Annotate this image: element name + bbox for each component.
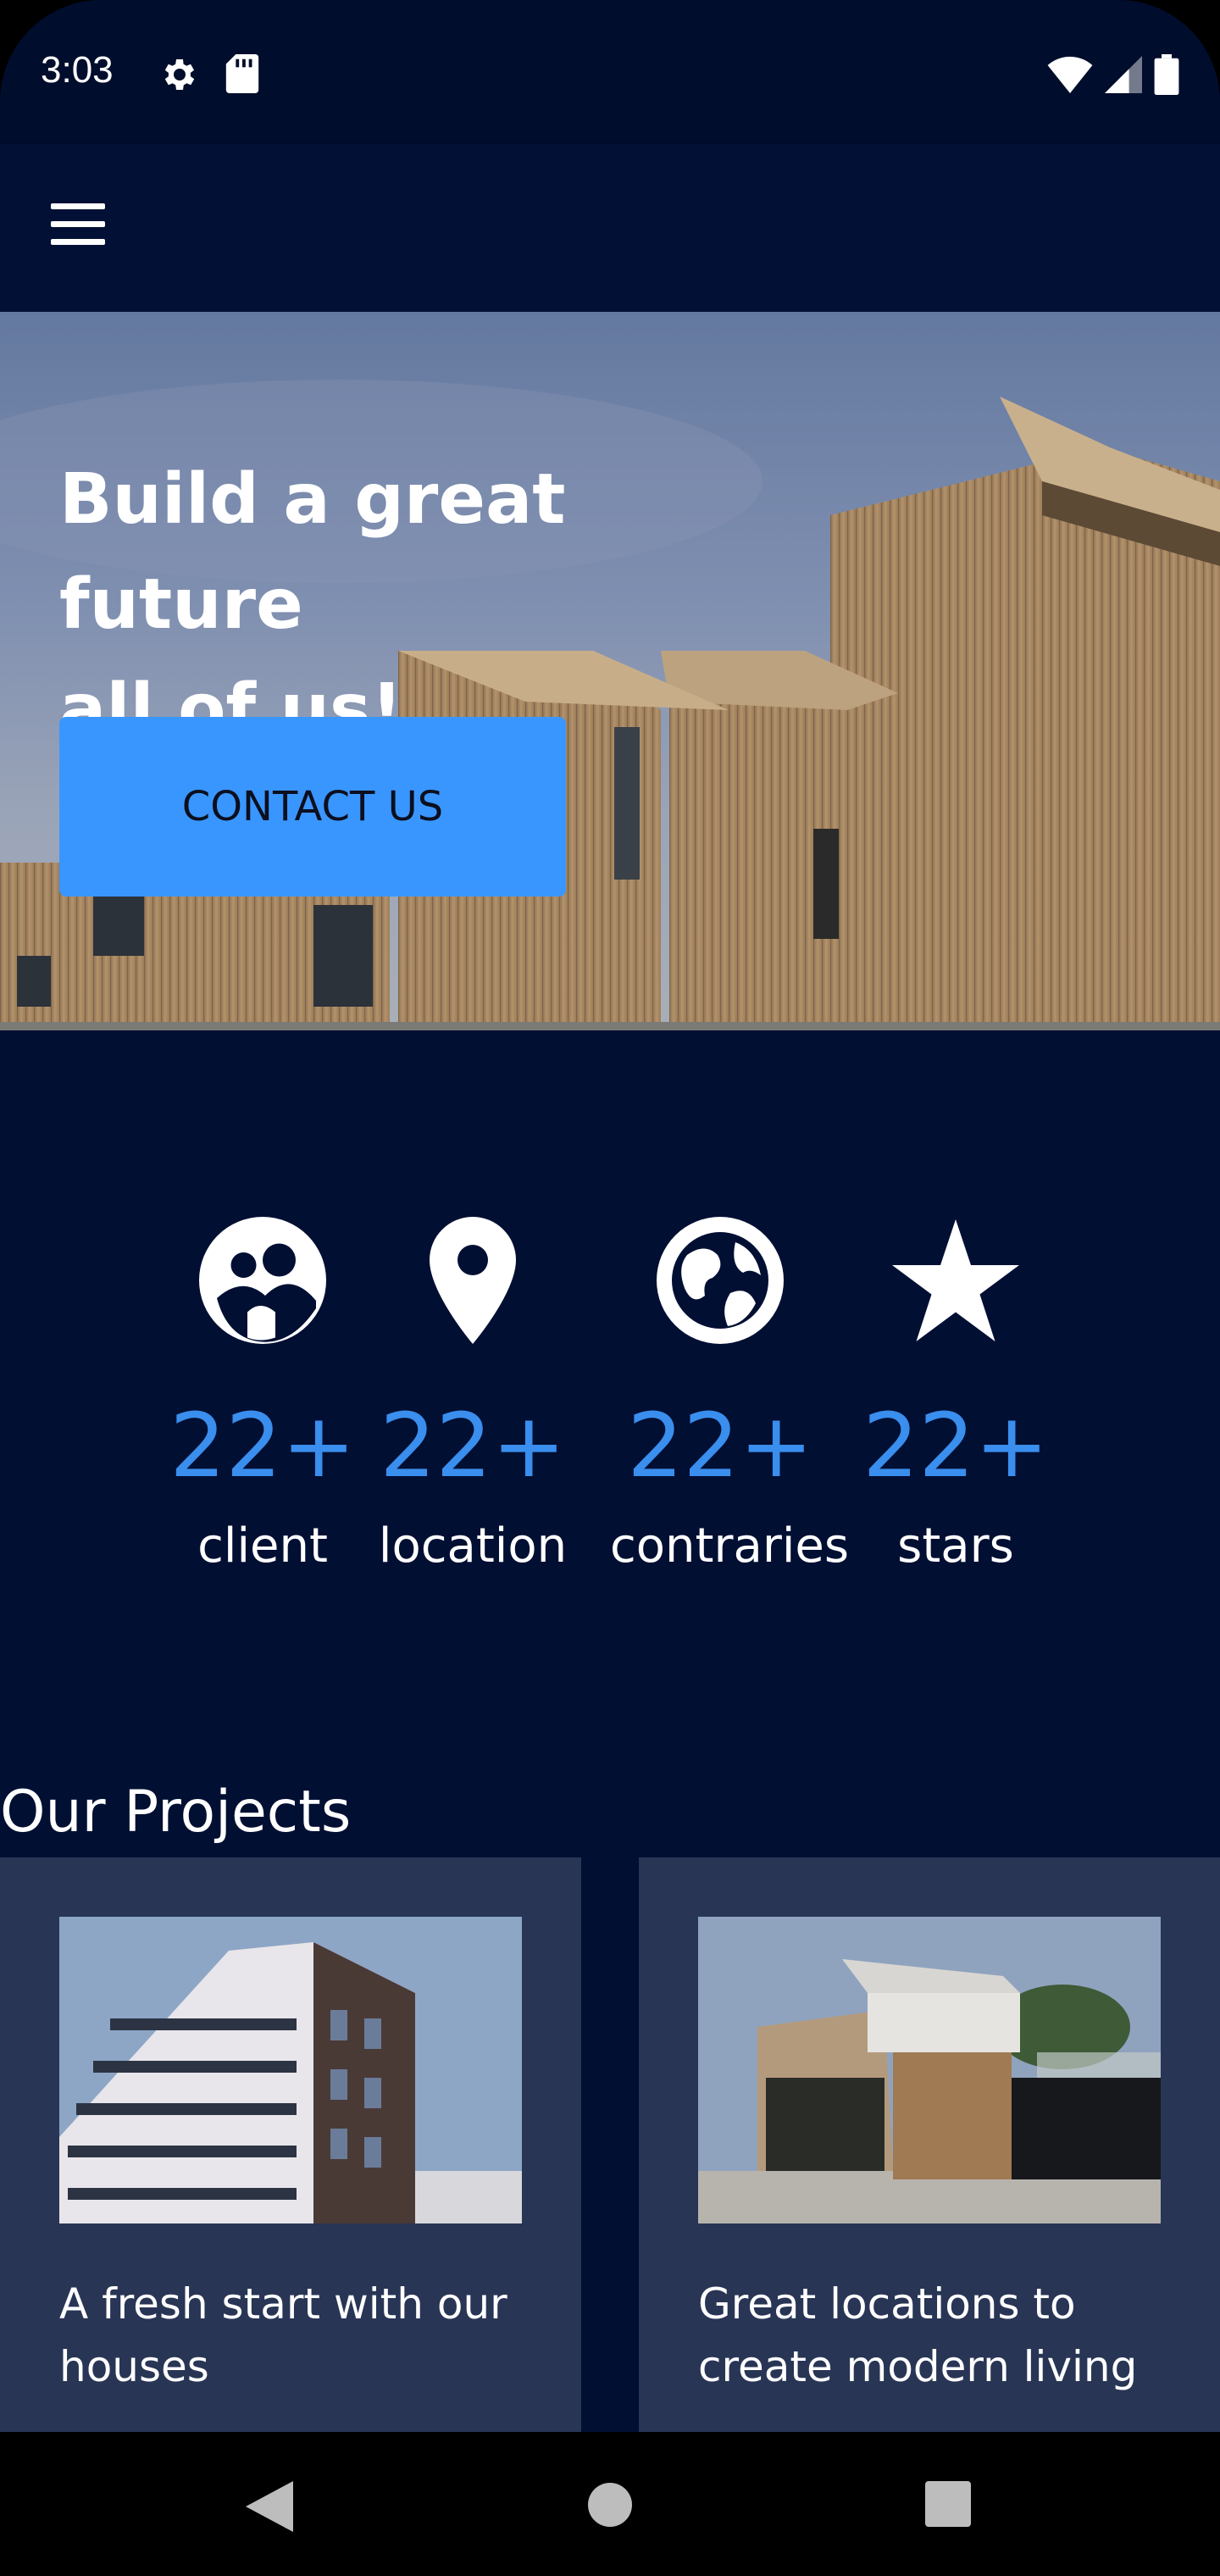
star-icon: [892, 1219, 1019, 1341]
recents-icon[interactable]: [925, 2481, 971, 2527]
globe-icon: [657, 1217, 784, 1344]
project-card[interactable]: Great locations to create modern living: [639, 1857, 1220, 2432]
stats-section: 22+ client 22+ location 22+ contraries 2…: [0, 1030, 1220, 1734]
battery-icon: [1154, 54, 1179, 95]
gear-icon: [164, 59, 195, 90]
home-icon[interactable]: [586, 2481, 634, 2529]
project-image: [698, 1917, 1161, 2223]
back-icon[interactable]: [246, 2481, 293, 2532]
system-nav-bar: [0, 2432, 1220, 2576]
stat-stars: 22+ stars: [846, 1217, 1066, 1574]
people-icon: [199, 1217, 326, 1344]
stat-label: contraries: [610, 1518, 850, 1574]
wifi-icon: [1047, 56, 1093, 93]
stat-value: 22+: [169, 1394, 356, 1497]
status-time: 3:03: [41, 49, 114, 91]
stat-contraries: 22+ contraries: [610, 1217, 850, 1574]
hero-title: Build a great future all of us!: [59, 459, 566, 750]
signal-icon: [1105, 56, 1142, 93]
stat-client: 22+ client: [152, 1217, 373, 1574]
hero-banner: Build a great future all of us! CONTACT …: [0, 312, 1220, 1030]
status-bar: 3:03: [0, 0, 1220, 144]
stat-label: location: [378, 1518, 568, 1574]
location-pin-icon: [430, 1217, 516, 1344]
project-caption: A fresh start with our houses: [59, 2279, 507, 2391]
stat-value: 22+: [627, 1394, 813, 1497]
sd-card-icon: [225, 54, 259, 93]
status-indicators: [1047, 54, 1179, 95]
stat-location: 22+ location: [363, 1217, 583, 1574]
app-bar: [0, 144, 1220, 312]
phone-screen: 3:03 Build a great future all of us! CON…: [0, 0, 1220, 2576]
stat-label: stars: [897, 1518, 1014, 1574]
stat-value: 22+: [862, 1394, 1049, 1497]
projects-heading: Our Projects: [0, 1779, 352, 1846]
contact-us-button[interactable]: CONTACT US: [59, 717, 566, 897]
stat-value: 22+: [380, 1394, 566, 1497]
project-caption: Great locations to create modern living: [698, 2279, 1138, 2391]
project-image: [59, 1917, 522, 2223]
project-card[interactable]: A fresh start with our houses: [0, 1857, 581, 2432]
hamburger-menu-icon[interactable]: [51, 203, 115, 254]
stat-label: client: [197, 1518, 328, 1574]
